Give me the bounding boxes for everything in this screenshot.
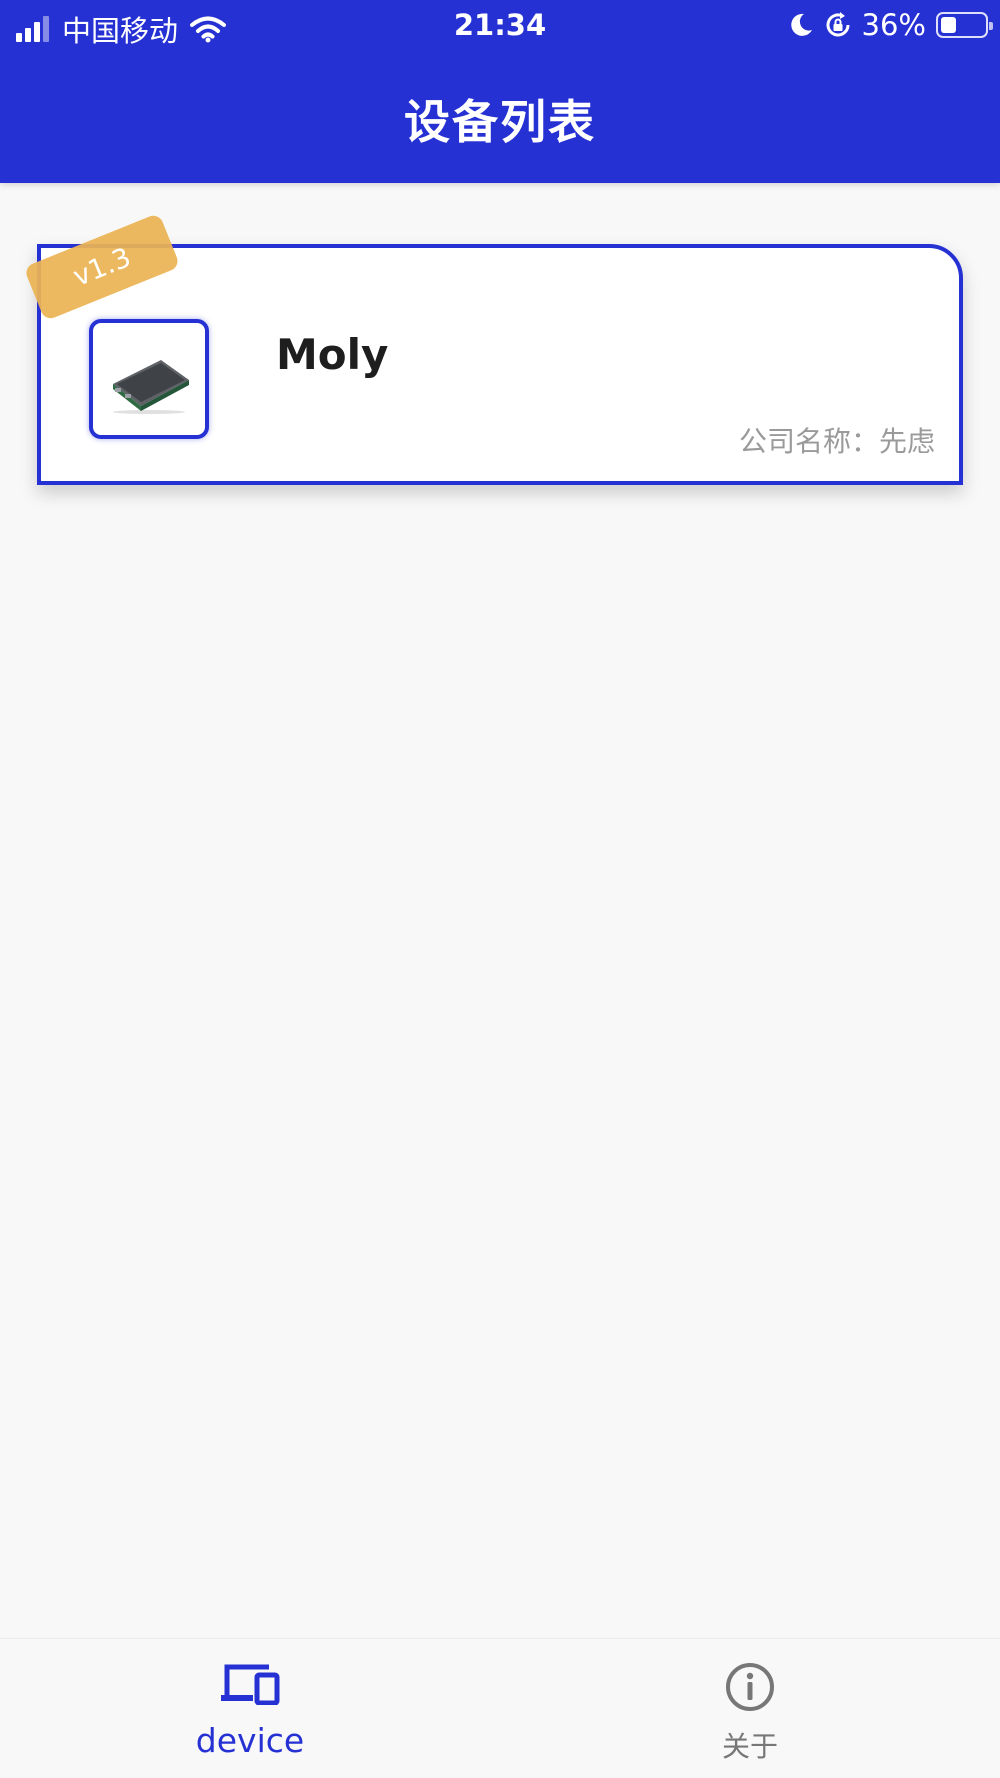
battery-tip	[989, 22, 993, 30]
tab-bar: device 关于	[0, 1638, 1000, 1778]
battery-icon	[936, 12, 993, 38]
tab-about[interactable]: 关于	[500, 1639, 1000, 1778]
app-header: 中国移动 21:34 36% 设备列表	[0, 0, 1000, 183]
battery-percent: 36%	[861, 8, 926, 42]
device-card[interactable]: v1.3 Moly 公司名称：先虑	[23, 212, 963, 485]
status-right: 36%	[778, 8, 993, 42]
version-ribbon: v1.3	[23, 212, 181, 322]
device-name: Moly	[276, 330, 389, 379]
moon-icon	[790, 13, 812, 36]
rotation-lock-icon	[826, 12, 850, 37]
device-thumbnail	[89, 319, 209, 439]
tab-device-label: device	[195, 1721, 305, 1760]
info-circle-icon	[726, 1663, 774, 1711]
devices-icon	[221, 1664, 280, 1705]
company-name: 公司名称：先虑	[738, 425, 935, 458]
tab-about-label: 关于	[721, 1730, 778, 1763]
battery-fill	[941, 17, 957, 33]
tab-device[interactable]: device	[0, 1639, 500, 1778]
device-board-image	[113, 360, 189, 414]
status-bar: 中国移动 21:34 36%	[0, 0, 1000, 50]
page-title: 设备列表	[404, 95, 596, 149]
